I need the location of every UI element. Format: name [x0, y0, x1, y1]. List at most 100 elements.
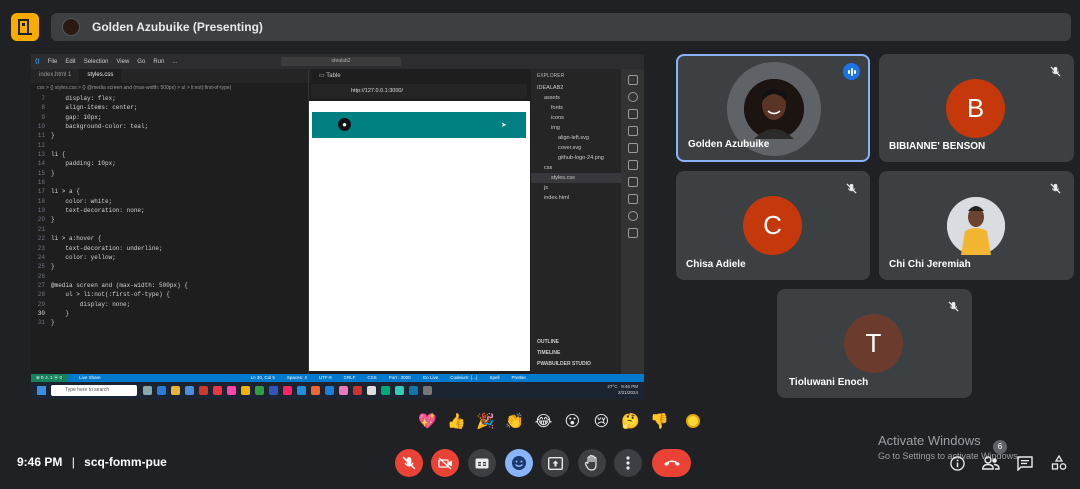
code-line: 24 color: yellow; [31, 253, 309, 262]
reaction-thumbs-up[interactable]: 👍 [445, 410, 468, 433]
code-line: 15} [31, 169, 309, 178]
leave-call-button[interactable] [652, 449, 691, 477]
line-number: 19 [37, 207, 45, 215]
explorer-title: EXPLORER [537, 73, 565, 79]
screen-share[interactable]: ⟨⟩ File Edit Selection View Go Run ... i… [31, 54, 644, 399]
clock-time: 9:46 PM [17, 455, 63, 469]
store-icon [185, 386, 194, 395]
vscode-taskbar-icon [409, 386, 418, 395]
mic-off-icon [842, 179, 860, 197]
code-line: 17 li > a { [31, 187, 309, 196]
code-text: gap: 10px; [51, 113, 102, 121]
avatar: B [946, 79, 1005, 138]
edge-icon [157, 386, 166, 395]
reaction-party[interactable]: 🎉 [474, 410, 497, 433]
meeting-details-button[interactable] [948, 454, 966, 472]
vscode-statusbar: ⊗ 0 ⚠ 1 ⓦ 0 Live Share Ln 30, Col 5 Spac… [31, 374, 644, 382]
participant-tile-chichi[interactable]: Chi Chi Jeremiah [879, 171, 1074, 280]
mic-off-icon [402, 456, 416, 470]
reaction-heart[interactable]: 💖 [416, 410, 439, 433]
participant-tile-bibianne[interactable]: B BIBIANNE' BENSON [879, 54, 1074, 162]
participant-tile-golden[interactable]: Golden Azubuike [676, 54, 870, 162]
app-icon-13 [381, 386, 390, 395]
captions-button[interactable] [468, 449, 496, 477]
code-line: 23 text-decoration: underline; [31, 244, 309, 253]
explorer-item: IDEALAB2 [537, 85, 564, 91]
activities-button[interactable] [1050, 454, 1068, 472]
more-options-button[interactable] [614, 449, 642, 477]
code-line: 27 @media screen and (max-width: 500px) { [31, 281, 309, 290]
avatar: C [743, 196, 802, 255]
reaction-laugh[interactable]: 😂 [532, 410, 555, 433]
chat-icon [1017, 455, 1033, 471]
person-photo-icon [947, 197, 1005, 255]
debug-icon [627, 126, 638, 136]
tab-index-html: index.html 1 [39, 72, 72, 78]
people-button[interactable] [982, 454, 1000, 472]
preview-tab-label: Table [326, 73, 341, 79]
taskbar-search: Type here to search [51, 385, 137, 396]
code-line: 31} [31, 318, 309, 327]
line-number: 24 [37, 253, 45, 261]
line-number: 30 [37, 309, 45, 317]
skin-tone-selector[interactable] [686, 414, 700, 428]
code-text: ul > li:not(:first-of-type) { [51, 291, 170, 299]
explorer-tree: IDEALAB2 assets fonts icons img align-left.sv… [531, 83, 621, 203]
explorer-item: github-logo-24.png [558, 155, 604, 161]
mic-toggle-button[interactable] [395, 449, 423, 477]
browser-preview: ● ➤ [309, 101, 530, 371]
explorer-item: js [544, 185, 548, 191]
code-line: 29 display: none; [31, 300, 309, 309]
explorer-item: cover.svg [558, 145, 582, 151]
code-text: color: white; [51, 197, 113, 205]
explorer-pwabuilder: PWABUILDER STUDIO [537, 361, 591, 367]
code-line: 30 } [31, 309, 309, 318]
meet-home-button[interactable] [11, 13, 39, 41]
explorer-icon [627, 75, 638, 85]
reaction-thinking[interactable]: 🤔 [619, 410, 642, 433]
menu-view: View [116, 58, 130, 65]
meeting-info: 9:46 PM | scq-fomm-pue [17, 455, 167, 469]
code-text: } [51, 169, 55, 177]
reaction-surprised[interactable]: 😮 [561, 410, 584, 433]
taskview-icon [143, 386, 152, 395]
line-number: 18 [37, 197, 45, 205]
reaction-sad[interactable]: 😢 [590, 410, 613, 433]
captions-icon [475, 458, 489, 468]
explorer-item: fonts [551, 105, 563, 111]
line-number: 9 [41, 113, 45, 121]
participant-name: Chi Chi Jeremiah [889, 259, 971, 270]
code-text: display: none; [51, 300, 131, 308]
reaction-bar: 💖 👍 🎉 👏 😂 😮 😢 🤔 👎 [416, 408, 704, 434]
app-icon-5 [269, 386, 278, 395]
hand-icon [585, 455, 597, 471]
activity-bar [621, 69, 644, 374]
code-line: 22 li > a:hover { [31, 234, 309, 243]
explorer-item: align-left.svg [558, 135, 589, 141]
explorer-item: assets [544, 95, 560, 101]
reaction-clap[interactable]: 👏 [503, 410, 526, 433]
presenting-label: Golden Azubuike (Presenting) [92, 20, 263, 34]
present-button[interactable] [541, 449, 569, 477]
presenting-banner[interactable]: Golden Azubuike (Presenting) [51, 13, 1071, 41]
participant-tile-chisa[interactable]: C Chisa Adiele [676, 171, 870, 280]
chat-button[interactable] [1016, 454, 1034, 472]
participant-tile-tioluwani[interactable]: T Tioluwani Enoch [777, 289, 972, 398]
line-number: 11 [37, 132, 45, 140]
code-text: text-decoration: underline; [51, 244, 163, 252]
camera-toggle-button[interactable] [431, 449, 459, 477]
line-number: 23 [37, 244, 45, 252]
line-number: 29 [37, 300, 45, 308]
camera-off-icon [437, 457, 452, 469]
browser-icon [627, 211, 638, 221]
reactions-button[interactable] [505, 449, 533, 477]
raise-hand-button[interactable] [578, 449, 606, 477]
mic-off-icon [1046, 62, 1064, 80]
tray-time: 9:46 PM [621, 384, 638, 389]
code-line: 12 [31, 141, 309, 150]
preview-address: http://127.0.0.1:3000/ [311, 84, 527, 98]
present-screen-icon [547, 456, 563, 470]
tab-styles-css: styles.css [79, 69, 122, 83]
reaction-thumbs-down[interactable]: 👎 [648, 410, 671, 433]
line-number: 12 [37, 141, 45, 149]
